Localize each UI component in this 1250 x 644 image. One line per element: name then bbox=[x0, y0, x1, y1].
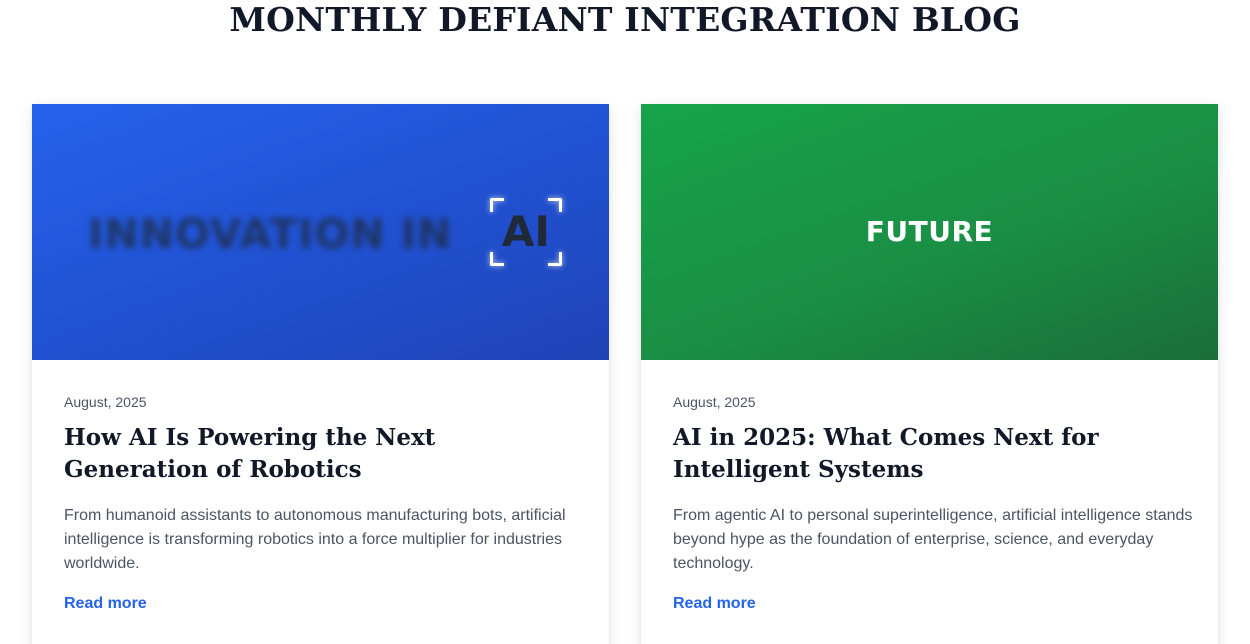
page-title: MONTHLY DEFIANT INTEGRATION BLOG bbox=[229, 0, 1021, 39]
read-more-link[interactable]: Read more bbox=[673, 592, 756, 616]
blog-card-ai-2025[interactable]: FUTURE August, 2025 AI in 2025: What Com… bbox=[641, 104, 1218, 644]
image-future-text: FUTURE bbox=[865, 215, 994, 248]
card-body: August, 2025 AI in 2025: What Comes Next… bbox=[673, 392, 1193, 616]
post-title[interactable]: AI in 2025: What Comes Next for Intellig… bbox=[673, 422, 1193, 486]
featured-image-future[interactable]: FUTURE bbox=[641, 104, 1218, 360]
image-blurred-heading: INNOVATION IN bbox=[88, 210, 453, 258]
focus-frame-icon: AI bbox=[490, 198, 562, 266]
post-excerpt: From humanoid assistants to autonomous m… bbox=[64, 507, 566, 572]
blog-card-robotics[interactable]: INNOVATION IN AI August, 2025 How AI Is … bbox=[32, 104, 609, 644]
post-title[interactable]: How AI Is Powering the Next Generation o… bbox=[64, 422, 584, 486]
read-more-link[interactable]: Read more bbox=[64, 592, 147, 616]
image-ai-highlight: AI bbox=[501, 207, 551, 256]
post-excerpt: From agentic AI to personal superintelli… bbox=[673, 507, 1193, 572]
post-date: August, 2025 bbox=[64, 394, 147, 410]
post-date: August, 2025 bbox=[673, 394, 756, 410]
card-body: August, 2025 How AI Is Powering the Next… bbox=[64, 392, 584, 616]
featured-image-innovation-ai[interactable]: INNOVATION IN AI bbox=[32, 104, 609, 360]
